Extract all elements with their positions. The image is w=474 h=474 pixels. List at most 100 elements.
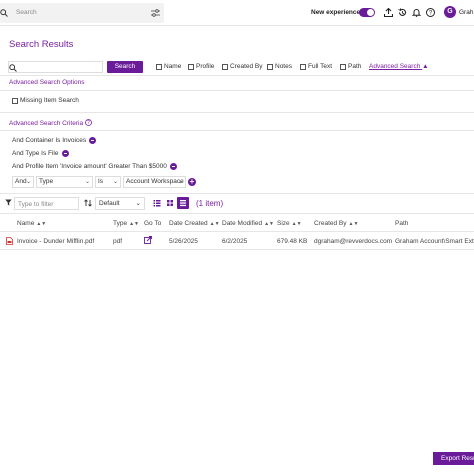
divider bbox=[0, 90, 474, 91]
conjunction-value: And bbox=[15, 178, 27, 185]
header-label: Type bbox=[113, 220, 128, 227]
criteria-text: And Type Is File bbox=[12, 150, 59, 157]
column-header-size[interactable]: Size ▲▼ bbox=[277, 220, 302, 227]
search-input[interactable] bbox=[8, 61, 103, 73]
option-label: Path bbox=[348, 63, 362, 70]
add-criteria-button[interactable]: + bbox=[188, 178, 196, 186]
remove-criteria-icon[interactable] bbox=[89, 137, 97, 144]
criteria-item: And Type Is File bbox=[12, 150, 69, 157]
chevron-down-icon: ⌄ bbox=[25, 179, 31, 185]
advanced-search-link-label: Advanced Search bbox=[369, 63, 421, 70]
criteria-text: And Profile Item 'Invoice amount' Greate… bbox=[12, 163, 167, 170]
view-select[interactable]: Default ⌄ bbox=[95, 197, 145, 210]
field-value: Type bbox=[39, 178, 54, 185]
column-header-date-modified[interactable]: Date Modified ▲▼ bbox=[222, 220, 274, 227]
value-text: Account Workspace bbox=[126, 178, 184, 185]
column-header-go-to: Go To bbox=[144, 220, 162, 227]
column-header-path[interactable]: Path bbox=[395, 220, 408, 227]
table-view-button[interactable] bbox=[177, 197, 189, 209]
chevron-down-icon: ⌄ bbox=[177, 179, 183, 185]
search-icon bbox=[0, 9, 8, 19]
option-label: Notes bbox=[275, 63, 292, 70]
header-label: Date Created bbox=[169, 220, 208, 227]
divider bbox=[0, 193, 474, 194]
new-experience-toggle[interactable] bbox=[359, 8, 375, 17]
grid-view-button[interactable] bbox=[164, 197, 176, 209]
upload-icon[interactable] bbox=[383, 7, 394, 19]
divider bbox=[0, 249, 474, 250]
chevron-up-icon: ▲ bbox=[422, 63, 429, 70]
option-label: Profile bbox=[196, 63, 215, 70]
option-label: Full Text bbox=[308, 63, 333, 70]
option-created-by-checkbox[interactable]: Created By bbox=[222, 63, 263, 70]
operator-select[interactable]: Is ⌄ bbox=[95, 176, 121, 188]
history-icon[interactable] bbox=[398, 8, 407, 19]
missing-item-label: Missing Item Search bbox=[20, 97, 79, 104]
filter-placeholder: Type to filter bbox=[18, 201, 54, 208]
sort-icon: ▲▼ bbox=[348, 221, 359, 227]
search-placeholder: Search bbox=[16, 9, 37, 16]
chevron-down-icon: ⌄ bbox=[112, 179, 118, 185]
option-name-checkbox[interactable]: Name bbox=[156, 63, 181, 70]
header-label: Date Modified bbox=[222, 220, 263, 227]
criteria-item: And Profile Item 'Invoice amount' Greate… bbox=[12, 163, 177, 170]
option-full-text-checkbox[interactable]: Full Text bbox=[300, 63, 332, 70]
field-select[interactable]: Type ⌄ bbox=[36, 176, 93, 188]
grid-view-icon bbox=[167, 200, 173, 206]
remove-criteria-icon[interactable] bbox=[61, 150, 69, 157]
sort-icon: ▲▼ bbox=[209, 221, 220, 227]
header-label: Name bbox=[17, 220, 35, 227]
value-select[interactable]: Account Workspace ⌄ bbox=[123, 176, 186, 188]
new-experience-label: New experience bbox=[311, 9, 361, 16]
search-button[interactable]: Search bbox=[107, 61, 143, 73]
notifications-bell-icon[interactable] bbox=[411, 8, 422, 19]
sort-icon: ▲▼ bbox=[264, 221, 275, 227]
help-icon[interactable]: ? bbox=[426, 8, 435, 19]
page-title: Search Results bbox=[9, 39, 74, 50]
top-bar: Search New experience ? G Grah bbox=[0, 0, 474, 26]
criteria-text: And Container Is Invoices bbox=[12, 137, 87, 144]
sort-icon[interactable] bbox=[84, 199, 92, 209]
divider bbox=[0, 112, 474, 113]
item-count: (1 item) bbox=[196, 199, 224, 208]
conjunction-select[interactable]: And ⌄ bbox=[12, 176, 34, 188]
go-to-external-icon[interactable] bbox=[144, 236, 152, 246]
option-path-checkbox[interactable]: Path bbox=[340, 63, 361, 70]
date-created: 5/26/2025 bbox=[169, 238, 198, 245]
criteria-item: And Container Is Invoices bbox=[12, 137, 97, 144]
divider bbox=[0, 213, 474, 214]
filter-input[interactable]: Type to filter bbox=[14, 197, 79, 210]
column-header-name[interactable]: Name ▲▼ bbox=[17, 220, 46, 227]
svg-text:?: ? bbox=[87, 120, 90, 126]
column-header-date-created[interactable]: Date Created ▲▼ bbox=[169, 220, 220, 227]
chevron-down-icon: ⌄ bbox=[135, 200, 141, 207]
option-label: Created By bbox=[230, 63, 263, 70]
export-results-button[interactable]: Export Resu bbox=[433, 452, 474, 465]
advanced-criteria-title: Advanced Search Criteria ? bbox=[9, 119, 92, 128]
date-modified: 6/2/2025 bbox=[222, 238, 248, 245]
option-profile-checkbox[interactable]: Profile bbox=[188, 63, 214, 70]
file-path: Graham Account\Smart Extra bbox=[395, 238, 474, 245]
user-name[interactable]: Grah bbox=[459, 9, 473, 16]
help-icon[interactable]: ? bbox=[84, 119, 92, 128]
file-name[interactable]: Invoice - Dunder Mifflin.pdf bbox=[17, 238, 94, 245]
user-avatar[interactable]: G bbox=[444, 6, 456, 18]
advanced-options-title: Advanced Search Options bbox=[9, 79, 85, 86]
option-notes-checkbox[interactable]: Notes bbox=[267, 63, 292, 70]
remove-criteria-icon[interactable] bbox=[169, 163, 177, 170]
list-view-button[interactable] bbox=[151, 197, 163, 209]
sort-icon: ▲▼ bbox=[36, 221, 47, 227]
filter-sliders-icon[interactable] bbox=[151, 9, 160, 19]
global-search-input[interactable]: Search bbox=[0, 3, 164, 23]
advanced-search-link[interactable]: Advanced Search ▲ bbox=[369, 63, 429, 70]
created-by: dgraham@revverdocs.com bbox=[314, 238, 393, 245]
pdf-file-icon bbox=[6, 237, 13, 247]
missing-item-checkbox[interactable]: Missing Item Search bbox=[12, 97, 79, 104]
column-header-created-by[interactable]: Created By ▲▼ bbox=[314, 220, 358, 227]
column-header-type[interactable]: Type ▲▼ bbox=[113, 220, 139, 227]
advanced-criteria-title-text: Advanced Search Criteria bbox=[9, 120, 84, 128]
sort-icon: ▲▼ bbox=[291, 221, 302, 227]
list-view-icon bbox=[153, 200, 161, 207]
view-select-value: Default bbox=[99, 200, 120, 207]
search-icon bbox=[9, 64, 17, 74]
